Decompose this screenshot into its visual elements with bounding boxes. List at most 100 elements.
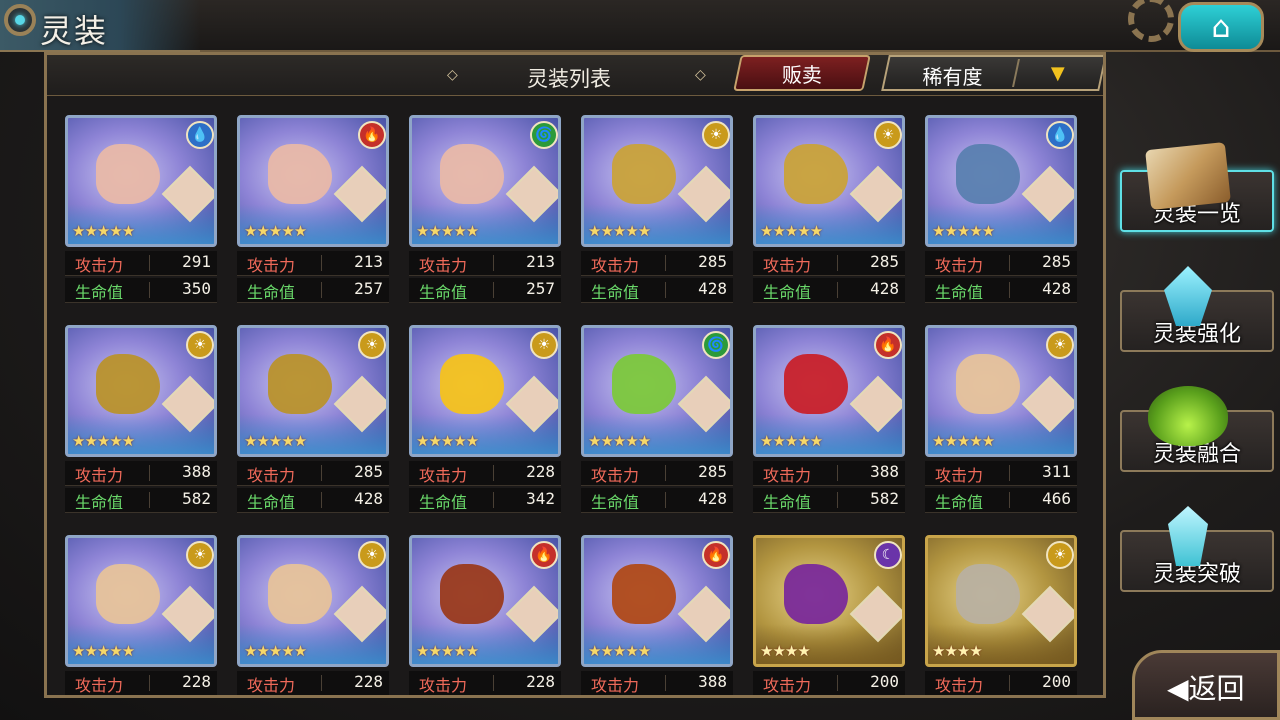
attack-stat: 攻击力 228 xyxy=(409,671,561,695)
equipment-list-panel: ◇ 灵装列表 ◇ 贩卖 稀有度 ▼ 💧 ★★★★★ 攻击力 291 生命值 35… xyxy=(44,52,1106,698)
equipment-art: 🔥 ★★★★★ xyxy=(581,535,733,667)
equipment-item-image xyxy=(784,354,848,414)
equipment-card[interactable]: ☀ ★★★★★ 攻击力 388 生命值 582 xyxy=(65,325,217,515)
rarity-stars: ★★★★★ xyxy=(588,642,651,660)
light-element-icon: ☀ xyxy=(874,121,902,149)
sell-button[interactable]: 贩卖 xyxy=(733,55,871,91)
equipment-art: ☀ ★★★★★ xyxy=(925,325,1077,457)
equipment-art: 💧 ★★★★★ xyxy=(65,115,217,247)
equipment-card[interactable]: 🔥 ★★★★★ 攻击力 228 生命值 xyxy=(409,535,561,695)
attack-stat: 攻击力 311 xyxy=(925,461,1077,486)
dark-element-icon: ☾ xyxy=(874,541,902,569)
attack-stat: 攻击力 285 xyxy=(581,461,733,486)
equipment-item-image xyxy=(956,564,1020,624)
fire-element-icon: 🔥 xyxy=(702,541,730,569)
equipment-art: 🔥 ★★★★★ xyxy=(409,535,561,667)
fire-element-icon: 🔥 xyxy=(874,331,902,359)
water-element-icon: 💧 xyxy=(186,121,214,149)
attack-stat: 攻击力 200 xyxy=(925,671,1077,695)
hp-stat: 生命值 582 xyxy=(65,488,217,513)
equipment-card[interactable]: 💧 ★★★★★ 攻击力 285 生命值 428 xyxy=(925,115,1077,305)
light-element-icon: ☀ xyxy=(186,541,214,569)
equipment-art: ☀ ★★★★★ xyxy=(65,325,217,457)
home-button[interactable]: ⌂ xyxy=(1178,2,1264,52)
equipment-card[interactable]: ☀ ★★★★★ 攻击力 228 生命值 xyxy=(237,535,389,695)
hp-stat: 生命值 428 xyxy=(753,278,905,303)
title-plate: 灵装 xyxy=(0,0,200,52)
attack-stat: 攻击力 388 xyxy=(753,461,905,486)
rarity-stars: ★★★★★ xyxy=(588,222,651,240)
light-element-icon: ☀ xyxy=(702,121,730,149)
equipment-art: 🌀 ★★★★★ xyxy=(409,115,561,247)
equipment-card[interactable]: ☀ ★★★★★ 攻击力 311 生命值 466 xyxy=(925,325,1077,515)
equipment-card[interactable]: 🔥 ★★★★★ 攻击力 388 生命值 xyxy=(581,535,733,695)
rarity-stars: ★★★★★ xyxy=(760,222,823,240)
triangle-down-icon: ▼ xyxy=(1050,63,1065,84)
equipment-card[interactable]: ☀ ★★★★★ 攻击力 285 生命值 428 xyxy=(753,115,905,305)
back-button[interactable]: ◀返回 xyxy=(1132,650,1280,720)
light-element-icon: ☀ xyxy=(1046,331,1074,359)
rarity-stars: ★★★★★ xyxy=(416,432,479,450)
equipment-item-image xyxy=(440,144,504,204)
equipment-card[interactable]: ☀ ★★★★★ 攻击力 285 生命值 428 xyxy=(237,325,389,515)
equipment-item-image xyxy=(440,354,504,414)
attack-stat: 攻击力 228 xyxy=(65,671,217,695)
list-title: 灵装列表 xyxy=(527,67,611,91)
equipment-art: 🌀 ★★★★★ xyxy=(581,325,733,457)
equipment-item-image xyxy=(268,354,332,414)
equipment-art: ☀ ★★★★★ xyxy=(237,535,389,667)
equipment-item-image xyxy=(956,354,1020,414)
rarity-stars: ★★★★★ xyxy=(72,642,135,660)
attack-stat: 攻击力 200 xyxy=(753,671,905,695)
equipment-card[interactable]: ☾ ★★★★ 攻击力 200 生命值 xyxy=(753,535,905,695)
equipment-card[interactable]: ☀ ★★★★★ 攻击力 285 生命值 428 xyxy=(581,115,733,305)
sell-label: 贩卖 xyxy=(782,62,822,87)
attack-stat: 攻击力 213 xyxy=(237,251,389,276)
book-icon xyxy=(1145,141,1231,211)
equipment-card[interactable]: 🌀 ★★★★★ 攻击力 285 生命值 428 xyxy=(581,325,733,515)
equipment-item-image xyxy=(96,564,160,624)
equipment-item-image xyxy=(268,144,332,204)
attack-stat: 攻击力 285 xyxy=(925,251,1077,276)
rarity-stars: ★★★★★ xyxy=(244,222,307,240)
equipment-item-image xyxy=(96,144,160,204)
light-element-icon: ☀ xyxy=(530,331,558,359)
fire-element-icon: 🔥 xyxy=(530,541,558,569)
attack-stat: 攻击力 291 xyxy=(65,251,217,276)
attack-stat: 攻击力 285 xyxy=(753,251,905,276)
equipment-card[interactable]: 🔥 ★★★★★ 攻击力 388 生命值 582 xyxy=(753,325,905,515)
equipment-item-image xyxy=(268,564,332,624)
equipment-item-image xyxy=(612,564,676,624)
sort-value: 稀有度 xyxy=(922,65,983,89)
equipment-card[interactable]: ☀ ★★★★★ 攻击力 228 生命值 342 xyxy=(409,325,561,515)
equipment-art: 🔥 ★★★★★ xyxy=(753,325,905,457)
equipment-card[interactable]: 🔥 ★★★★★ 攻击力 213 生命值 257 xyxy=(237,115,389,305)
equipment-card[interactable]: 💧 ★★★★★ 攻击力 291 生命值 350 xyxy=(65,115,217,305)
hp-stat: 生命值 466 xyxy=(925,488,1077,513)
hp-stat: 生命值 428 xyxy=(581,278,733,303)
equipment-art: ☀ ★★★★★ xyxy=(409,325,561,457)
attack-stat: 攻击力 285 xyxy=(237,461,389,486)
equipment-item-image xyxy=(956,144,1020,204)
diamond-ornament-icon: ◇ xyxy=(695,67,706,83)
equipment-card[interactable]: ☀ ★★★★ 攻击力 200 生命值 xyxy=(925,535,1077,695)
back-arrow-icon: ◀ xyxy=(1167,672,1189,705)
hp-stat: 生命值 582 xyxy=(753,488,905,513)
sort-dropdown[interactable]: 稀有度 ▼ xyxy=(881,55,1103,91)
equipment-card[interactable]: ☀ ★★★★★ 攻击力 228 生命值 xyxy=(65,535,217,695)
equipment-art: ☀ ★★★★★ xyxy=(65,535,217,667)
hp-stat: 生命值 257 xyxy=(237,278,389,303)
rarity-stars: ★★★★★ xyxy=(72,222,135,240)
equipment-art: ☀ ★★★★★ xyxy=(581,115,733,247)
rarity-stars: ★★★★★ xyxy=(932,432,995,450)
diamond-ornament-icon: ◇ xyxy=(447,67,458,83)
equipment-art: 🔥 ★★★★★ xyxy=(237,115,389,247)
equipment-card[interactable]: 🌀 ★★★★★ 攻击力 213 生命值 257 xyxy=(409,115,561,305)
equipment-art: ☾ ★★★★ xyxy=(753,535,905,667)
light-element-icon: ☀ xyxy=(186,331,214,359)
attack-stat: 攻击力 388 xyxy=(581,671,733,695)
equipment-art: 💧 ★★★★★ xyxy=(925,115,1077,247)
equipment-art: ☀ ★★★★ xyxy=(925,535,1077,667)
back-label: ◀返回 xyxy=(1167,672,1245,705)
rarity-stars: ★★★★★ xyxy=(72,432,135,450)
